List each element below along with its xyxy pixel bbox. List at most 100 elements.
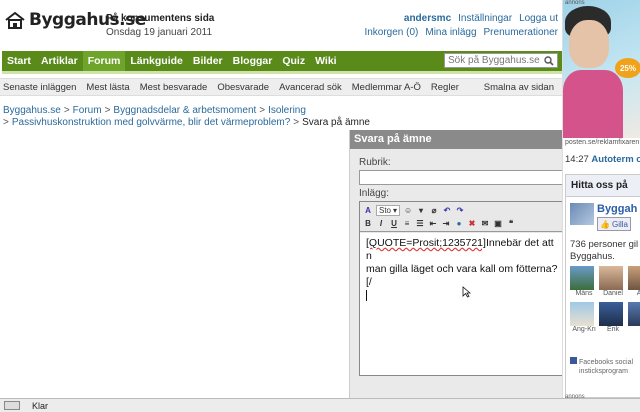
ad-model-body [563, 70, 623, 138]
site-tagline: På konsumentens sida [106, 13, 215, 24]
breadcrumb-subcategory[interactable]: Isolering [268, 105, 306, 116]
unordered-list-icon[interactable]: ☰ [415, 219, 425, 229]
nav-artiklar[interactable]: Artiklar [36, 51, 83, 71]
subnav-most-answered[interactable]: Mest besvarade [140, 82, 208, 93]
italic-icon[interactable]: I [376, 219, 386, 229]
breadcrumb-home[interactable]: Byggahus.se [3, 105, 61, 116]
news-time: 14:27 [565, 154, 589, 165]
news-item[interactable]: 14:27 Autoterm o [565, 154, 640, 165]
font-style-icon[interactable]: A [363, 206, 373, 216]
facebook-widget-title: Hitta oss på [566, 175, 640, 197]
ad-url[interactable]: posten.se/reklamfixaren [565, 139, 639, 146]
subnav-unanswered[interactable]: Obesvarade [217, 82, 269, 93]
ad-banner[interactable]: annons 25% [563, 0, 640, 138]
quote-tag: [QUOTE=Prosit;1235721] [366, 237, 486, 249]
username-link[interactable]: andersmc [404, 13, 451, 24]
search-input[interactable]: Sök på Byggahus.se [444, 53, 558, 68]
mouse-pointer-icon [462, 286, 471, 298]
breadcrumb: Byggahus.se > Forum > Byggnadsdelar & arbets… [3, 105, 306, 116]
post-text-line2: man gilla läget och vara kall om föttern… [366, 263, 558, 288]
unlink-icon[interactable]: ✖ [467, 219, 477, 229]
main-page: Byggahus.se På konsumentens sida Onsdag … [0, 0, 562, 398]
facebook-face[interactable]: Daniel [599, 266, 623, 297]
thumbs-up-icon: 👍 [600, 219, 610, 229]
search-icon[interactable] [544, 55, 554, 66]
forum-subnav: Senaste inläggen Mest lästa Mest besvara… [0, 78, 562, 96]
facebook-page-thumbnail[interactable] [570, 203, 594, 225]
search-placeholder: Sök på Byggahus.se [448, 55, 540, 66]
subscriptions-link[interactable]: Prenumerationer [484, 27, 558, 38]
nav-start[interactable]: Start [2, 51, 36, 71]
facebook-face[interactable]: Ang-Kri [570, 302, 596, 333]
status-text: Klar [32, 400, 49, 411]
indent-icon[interactable]: ⇥ [441, 219, 451, 229]
ad-discount-badge: 25% [615, 58, 640, 78]
bold-icon[interactable]: B [363, 219, 373, 229]
subnav-latest[interactable]: Senaste inläggen [3, 82, 76, 93]
user-links: andersmc Inställningar Logga ut [404, 13, 558, 24]
breadcrumb-thread: > Passivhuskonstruktion med golvvärme, bl… [3, 117, 370, 128]
subnav-rules[interactable]: Regler [431, 82, 459, 93]
logout-link[interactable]: Logga ut [519, 13, 558, 24]
clip-icon[interactable]: ⌀ [429, 206, 439, 216]
narrow-page-link[interactable]: Smalna av sidan [484, 82, 554, 93]
network-icon [4, 401, 20, 410]
post-label: Inlägg: [359, 188, 390, 199]
subject-label: Rubrik: [359, 157, 391, 168]
breadcrumb-current: Svara på ämne [302, 117, 370, 128]
nav-quiz[interactable]: Quiz [277, 51, 310, 71]
font-select[interactable]: Sto ▾ [376, 205, 401, 216]
facebook-face[interactable]: Måns [570, 266, 594, 297]
undo-icon[interactable]: ↶ [442, 206, 452, 216]
facebook-faces: Måns Daniel Am Ang-Kri Erik P [566, 263, 640, 336]
facebook-face[interactable]: P [628, 302, 640, 333]
ordered-list-icon[interactable]: ≡ [402, 219, 412, 229]
subnav-most-read[interactable]: Mest lästa [86, 82, 129, 93]
breadcrumb-category[interactable]: Byggnadsdelar & arbetsmoment [113, 105, 256, 116]
nav-underline [2, 71, 562, 74]
nav-forum[interactable]: Forum [82, 51, 126, 71]
text-cursor [366, 289, 367, 301]
my-posts-link[interactable]: Mina inlägg [425, 27, 476, 38]
current-date: Onsdag 19 januari 2011 [106, 27, 213, 38]
nav-wiki[interactable]: Wiki [310, 51, 342, 71]
facebook-page: Byggah 👍 Gilla [566, 197, 640, 231]
link-icon[interactable]: ● [454, 219, 464, 229]
facebook-face[interactable]: Erik [599, 302, 623, 333]
post-editor: A Sto ▾ ☺ ▾ ⌀ ↶ ↷ B I U ≡ ☰ ⇤ ⇥ ● ✖ ✉ ▣ … [359, 201, 562, 376]
reply-panel: Svara på ämne Rubrik: Inlägg: A Sto ▾ ☺ ▾… [349, 130, 562, 398]
facebook-like-label: Gilla [611, 219, 628, 229]
ad-model-face [569, 20, 609, 68]
nav-bloggar[interactable]: Bloggar [228, 51, 278, 71]
settings-link[interactable]: Inställningar [458, 13, 512, 24]
smiley-icon[interactable]: ☺ [403, 206, 413, 216]
subnav-advanced-search[interactable]: Avancerad sök [279, 82, 342, 93]
email-icon[interactable]: ✉ [480, 219, 490, 229]
facebook-like-count: 736 personer gil Byggahus. [570, 239, 639, 262]
right-sidebar: annons 25% posten.se/reklamfixaren 14:27… [562, 0, 640, 398]
breadcrumb-forum[interactable]: Forum [73, 105, 102, 116]
facebook-icon [570, 357, 577, 364]
underline-icon[interactable]: U [389, 219, 399, 229]
subnav-members[interactable]: Medlemmar A-Ö [352, 82, 421, 93]
ad-label-top: annons [565, 0, 585, 6]
quote-icon[interactable]: ❝ [506, 219, 516, 229]
attach-icon[interactable]: ▾ [416, 206, 426, 216]
facebook-footer: Facebooks social insticksprogram [570, 357, 633, 376]
facebook-like-button[interactable]: 👍 Gilla [597, 217, 631, 231]
reply-panel-title: Svara på ämne [350, 130, 562, 149]
redo-icon[interactable]: ↷ [455, 206, 465, 216]
breadcrumb-thread-link[interactable]: Passivhuskonstruktion med golvvärme, bli… [12, 117, 290, 128]
editor-toolbar: A Sto ▾ ☺ ▾ ⌀ ↶ ↷ B I U ≡ ☰ ⇤ ⇥ ● ✖ ✉ ▣ … [360, 202, 562, 232]
outdent-icon[interactable]: ⇤ [428, 219, 438, 229]
image-icon[interactable]: ▣ [493, 219, 503, 229]
browser-statusbar: Klar [0, 398, 640, 412]
news-headline[interactable]: Autoterm o [591, 154, 640, 165]
inbox-link[interactable]: Inkorgen (0) [364, 27, 418, 38]
subject-input[interactable] [359, 170, 562, 185]
post-textarea[interactable]: [QUOTE=Prosit;1235721]Innebär det att n … [360, 233, 562, 375]
facebook-face[interactable]: Am [628, 266, 640, 297]
nav-bilder[interactable]: Bilder [188, 51, 228, 71]
facebook-page-name[interactable]: Byggah [597, 203, 637, 215]
nav-lankguide[interactable]: Länkguide [125, 51, 188, 71]
